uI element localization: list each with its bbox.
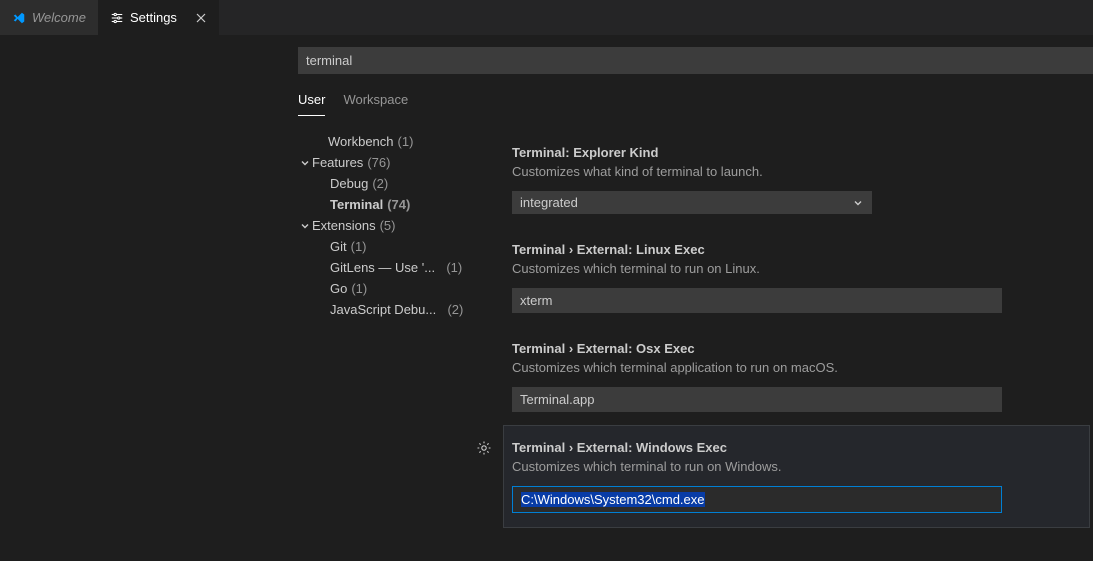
setting-description: Customizes which terminal application to… [512, 360, 1093, 375]
linux-exec-input[interactable] [512, 288, 1002, 313]
osx-exec-input[interactable] [512, 387, 1002, 412]
setting-windows-exec: Terminal › External: Windows Exec Custom… [504, 426, 1089, 527]
tab-welcome[interactable]: Welcome [0, 0, 98, 35]
setting-title: Terminal › External: Windows Exec [512, 440, 1089, 455]
explorer-kind-select[interactable]: integrated [512, 191, 872, 214]
toc-terminal[interactable]: Terminal (74) [298, 194, 498, 215]
setting-explorer-kind: Terminal: Explorer Kind Customizes what … [508, 131, 1093, 228]
close-icon[interactable] [195, 12, 207, 24]
setting-description: Customizes what kind of terminal to laun… [512, 164, 1093, 179]
settings-search-input[interactable] [298, 47, 1093, 74]
tab-welcome-label: Welcome [32, 10, 86, 25]
setting-osx-exec: Terminal › External: Osx Exec Customizes… [508, 327, 1093, 426]
scope-tab-user[interactable]: User [298, 92, 325, 116]
setting-linux-exec: Terminal › External: Linux Exec Customiz… [508, 228, 1093, 327]
setting-description: Customizes which terminal to run on Wind… [512, 459, 1089, 474]
toc-git[interactable]: Git (1) [298, 236, 498, 257]
settings-list: Terminal: Explorer Kind Customizes what … [498, 131, 1093, 561]
tab-settings-label: Settings [130, 10, 177, 25]
toc-debug[interactable]: Debug (2) [298, 173, 498, 194]
settings-editor: User Workspace Workbench (1) Features (7… [0, 35, 1093, 561]
setting-title: Terminal › External: Osx Exec [512, 341, 1093, 356]
tab-bar: Welcome Settings [0, 0, 1093, 35]
setting-title: Terminal: Explorer Kind [512, 145, 1093, 160]
vscode-icon [12, 11, 26, 25]
settings-toc: Workbench (1) Features (76) Debug (2) Te… [298, 131, 498, 561]
toc-go[interactable]: Go (1) [298, 278, 498, 299]
tab-settings[interactable]: Settings [98, 0, 219, 35]
scope-tabs: User Workspace [298, 92, 1093, 117]
chevron-down-icon [298, 220, 312, 232]
toc-gitlens[interactable]: GitLens — Use '... (1) [298, 257, 498, 278]
windows-exec-input[interactable] [512, 486, 1002, 513]
scope-tab-workspace[interactable]: Workspace [343, 92, 408, 116]
toc-features[interactable]: Features (76) [298, 152, 498, 173]
toc-jsdebug[interactable]: JavaScript Debu... (2) [298, 299, 498, 320]
chevron-down-icon [298, 157, 312, 169]
chevron-down-icon [852, 197, 864, 209]
toc-extensions[interactable]: Extensions (5) [298, 215, 498, 236]
setting-title: Terminal › External: Linux Exec [512, 242, 1093, 257]
setting-description: Customizes which terminal to run on Linu… [512, 261, 1093, 276]
settings-icon [110, 11, 124, 25]
gear-icon[interactable] [476, 440, 492, 456]
toc-workbench[interactable]: Workbench (1) [298, 131, 498, 152]
